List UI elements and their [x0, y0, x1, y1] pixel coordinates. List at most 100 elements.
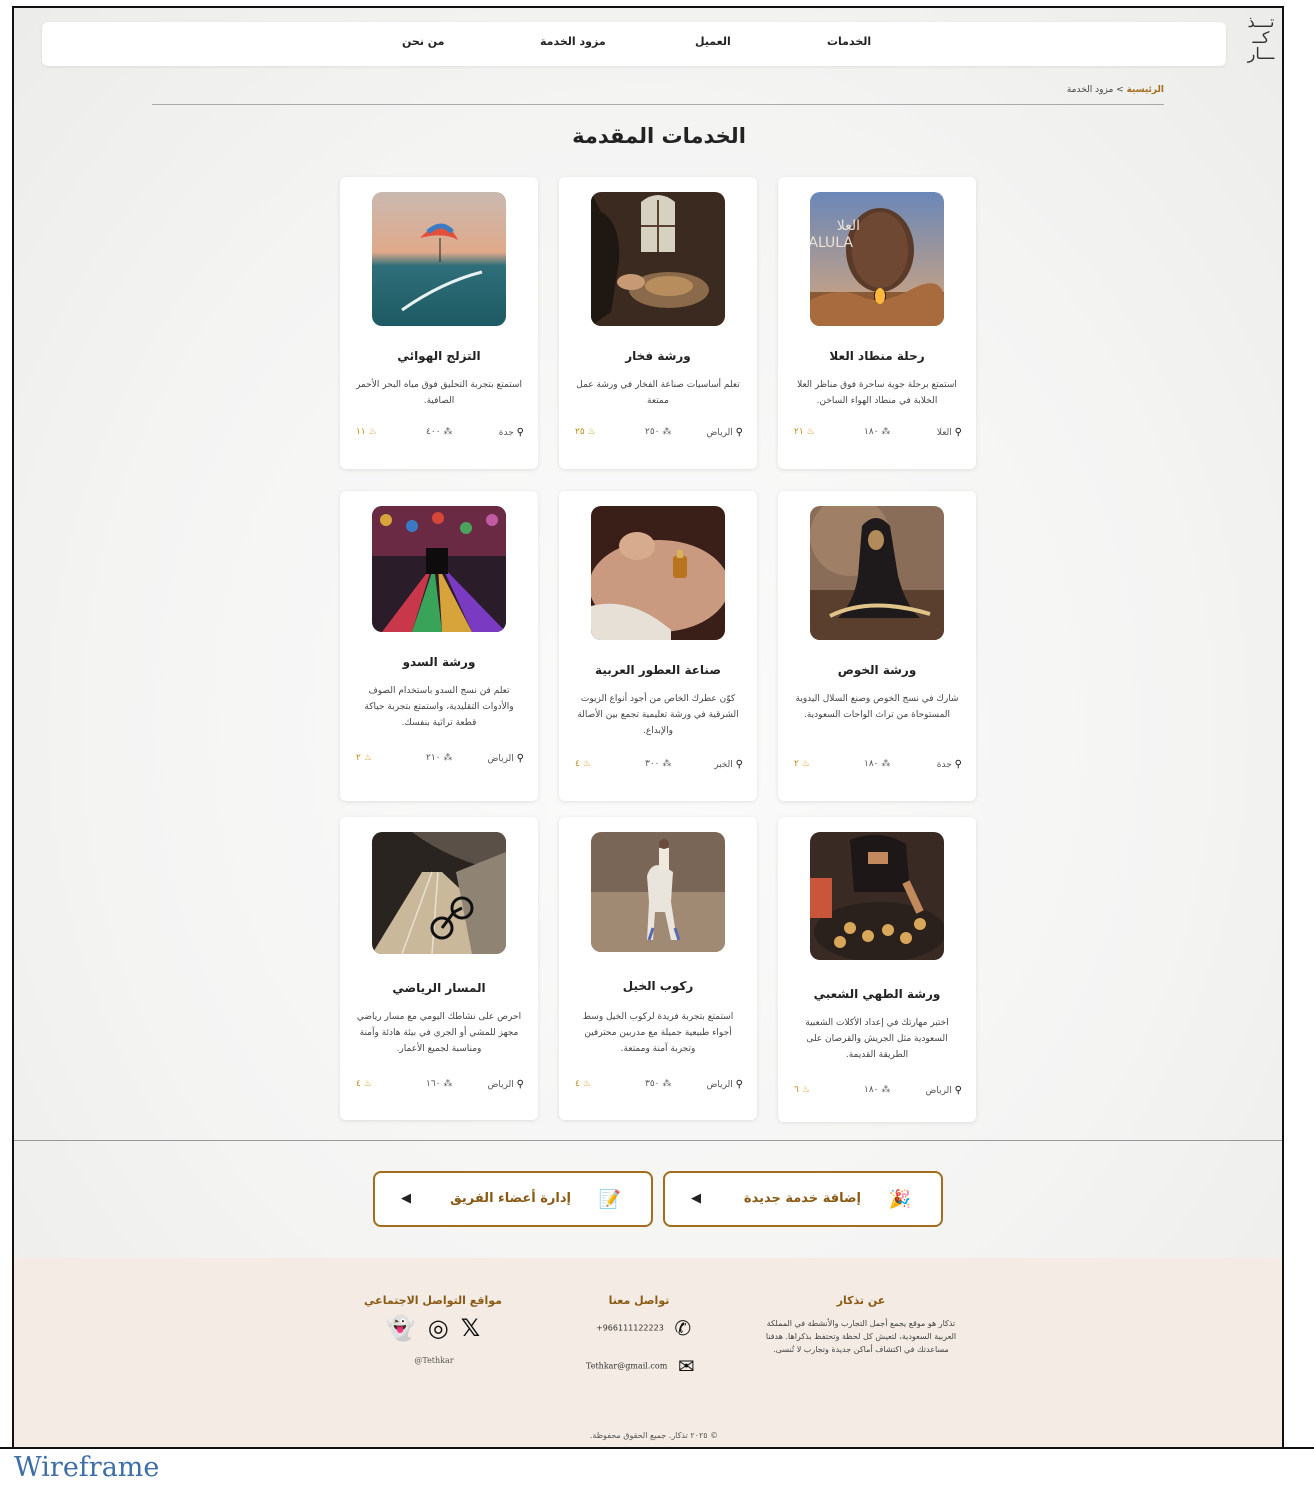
sadu-weaving-image: [372, 506, 506, 632]
breadcrumb-separator: >: [1116, 85, 1124, 95]
email-address: Tethkar@gmail.com: [586, 1361, 668, 1371]
card-price: ⁂ ٣٥٠: [645, 1079, 672, 1089]
card-description: اختبر مهارتك في إعداد الأكلات الشعبية ال…: [805, 1018, 949, 1060]
card-meta: ⚲ الرياض ⁂ ٣٥٠ ♨ ٤: [573, 1079, 743, 1093]
service-card[interactable]: ورشة فخار تعلم أساسيات صناعة الفخار في و…: [559, 177, 757, 469]
section-divider: [14, 1140, 1282, 1141]
flame-icon: ♨: [806, 427, 815, 437]
service-card[interactable]: المسار الرياضي احرص على نشاطك اليومي مع …: [340, 817, 538, 1120]
card-rating: ♨ ٢: [794, 759, 810, 769]
parasailing-image: [372, 192, 506, 326]
card-rating: ♨ ٢: [356, 753, 372, 763]
card-location: ⚲ الرياض: [706, 1079, 743, 1090]
service-card[interactable]: ورشة الخوص شارك في نسج الخوص وصنع السلال…: [778, 491, 976, 801]
card-location: ⚲ الرياض: [487, 1079, 524, 1090]
card-title: ورشة الطهي الشعبي: [813, 987, 941, 1001]
nav-services[interactable]: الخدمات: [827, 35, 871, 48]
footer-about-title: عن تذكار: [836, 1294, 886, 1307]
location-pin-icon: ⚲: [735, 1079, 743, 1090]
card-meta: ⚲ الخبر ⁂ ٣٠٠ ♨ ٤: [573, 759, 743, 773]
manage-team-button[interactable]: 📝 إدارة أعضاء الفريق ◀: [373, 1171, 653, 1227]
flame-icon: ♨: [801, 1085, 810, 1095]
card-title: المسار الرياضي: [392, 981, 486, 995]
card-location: ⚲ العلا: [936, 427, 962, 438]
card-price: ⁂ ١٨٠: [864, 759, 891, 769]
card-price: ⁂ ١٦٠: [426, 1079, 453, 1089]
card-title: ركوب الخيل: [622, 979, 694, 993]
breadcrumb: الرئيسية > مزود الخدمة: [994, 85, 1164, 95]
wireframe-caption: Wireframe: [14, 1452, 160, 1483]
riyal-icon: ⁂: [443, 1079, 453, 1089]
service-card[interactable]: ركوب الخيل استمتع بتجربة فريدة لركوب الخ…: [559, 817, 757, 1120]
riyal-icon: ⁂: [881, 427, 891, 437]
location-pin-icon: ⚲: [516, 427, 524, 438]
card-title: صناعة العطور العربية: [595, 663, 721, 677]
footer-contact: تواصل معنا: [574, 1294, 704, 1317]
service-card[interactable]: ورشة الطهي الشعبي اختبر مهارتك في إعداد …: [778, 817, 976, 1122]
card-description: احرص على نشاطك اليومي مع مسار رياضي مجهز…: [356, 1012, 522, 1054]
card-rating: ♨ ٢٥: [575, 427, 596, 437]
service-card[interactable]: ورشة السدو تعلم فن نسج السدو باستخدام ال…: [340, 491, 538, 801]
horse-riding-image: [591, 832, 725, 952]
riyal-icon: ⁂: [662, 427, 672, 437]
location-pin-icon: ⚲: [954, 759, 962, 770]
location-pin-icon: ⚲: [516, 1079, 524, 1090]
card-meta: ⚲ جدة ⁂ ١٨٠ ♨ ٢: [792, 759, 962, 773]
instagram-icon[interactable]: ◎: [428, 1314, 449, 1342]
palm-weaving-image: [810, 506, 944, 640]
svg-text:ALULA: ALULA: [810, 235, 853, 251]
service-card[interactable]: صناعة العطور العربية كوّن عطرك الخاص من …: [559, 491, 757, 801]
location-pin-icon: ⚲: [954, 427, 962, 438]
x-icon[interactable]: 𝕏: [461, 1314, 480, 1342]
footer-social-title: مواقع التواصل الاجتماعي: [364, 1294, 502, 1307]
footer-email[interactable]: Tethkar@gmail.com ✉: [586, 1354, 695, 1378]
card-location: ⚲ جدة: [498, 427, 524, 438]
flame-icon: ♨: [582, 1079, 591, 1089]
mail-icon: ✉: [677, 1354, 695, 1378]
add-service-button[interactable]: 🎉 إضافة خدمة جديدة ◀: [663, 1171, 943, 1227]
location-pin-icon: ⚲: [954, 1085, 962, 1096]
flame-icon: ♨: [801, 759, 810, 769]
copyright: © ٢٠٢٥ تذكار. جميع الحقوق محفوظة.: [589, 1431, 719, 1440]
card-meta: ⚲ جدة ⁂ ٤٠٠ ♨ ١١: [354, 427, 524, 441]
riyal-icon: ⁂: [662, 1079, 672, 1089]
card-rating: ♨ ١١: [356, 427, 377, 437]
nav-about[interactable]: من نحن: [402, 35, 445, 48]
card-rating: ♨ ٢١: [794, 427, 815, 437]
perfume-image: [591, 506, 725, 640]
riyal-icon: ⁂: [443, 427, 453, 437]
flame-icon: ♨: [587, 427, 596, 437]
card-rating: ♨ ٦: [794, 1085, 810, 1095]
card-location: ⚲ الرياض: [706, 427, 743, 438]
card-location: ⚲ الرياض: [487, 753, 524, 764]
card-description: شارك في نسج الخوص وصنع السلال اليدوية ال…: [795, 694, 959, 720]
service-card[interactable]: التزلج الهوائي استمتع بتجربة التحليق فوق…: [340, 177, 538, 469]
service-card[interactable]: العلا ALULA رحلة منطاد العلا استمتع برحل…: [778, 177, 976, 469]
card-price: ⁂ ١٨٠: [864, 1085, 891, 1095]
breadcrumb-home[interactable]: الرئيسية: [1127, 85, 1164, 95]
card-title: ورشة فخار: [625, 349, 691, 363]
logo-line: ـــار: [1247, 44, 1275, 63]
nav-client[interactable]: العميل: [695, 35, 731, 48]
card-description: استمتع بتجربة التحليق فوق مياه البحر الأ…: [356, 380, 522, 406]
page-frame: الخدمات العميل مزود الخدمة من نحن تـــذ …: [12, 6, 1284, 1449]
footer-phone[interactable]: +966111122223 ✆: [596, 1316, 691, 1340]
card-description: كوّن عطرك الخاص من أجود أنواع الزيوت الش…: [577, 694, 739, 736]
top-navbar: الخدمات العميل مزود الخدمة من نحن: [42, 22, 1226, 66]
logo[interactable]: تـــذ كــ ـــار: [1244, 14, 1278, 66]
balloon-image: العلا ALULA: [810, 192, 944, 326]
card-price: ⁂ ٤٠٠: [426, 427, 453, 437]
card-description: تعلم فن نسج السدو باستخدام الصوف والأدوا…: [364, 686, 514, 728]
card-meta: ⚲ الرياض ⁂ ٢١٠ ♨ ٢: [354, 753, 524, 767]
card-title: رحلة منطاد العلا: [829, 349, 925, 363]
snapchat-icon[interactable]: 👻: [386, 1314, 416, 1342]
breadcrumb-current: مزود الخدمة: [1066, 85, 1114, 95]
card-meta: ⚲ العلا ⁂ ١٨٠ ♨ ٢١: [792, 427, 962, 441]
manage-team-label: إدارة أعضاء الفريق: [450, 1191, 571, 1206]
card-meta: ⚲ الرياض ⁂ ١٦٠ ♨ ٤: [354, 1079, 524, 1093]
page-title: الخدمات المقدمة: [572, 124, 746, 148]
card-title: ورشة الخوص: [837, 663, 917, 677]
nav-provider[interactable]: مزود الخدمة: [540, 35, 606, 48]
card-meta: ⚲ الرياض ⁂ ١٨٠ ♨ ٦: [792, 1085, 962, 1099]
card-rating: ♨ ٤: [575, 759, 591, 769]
